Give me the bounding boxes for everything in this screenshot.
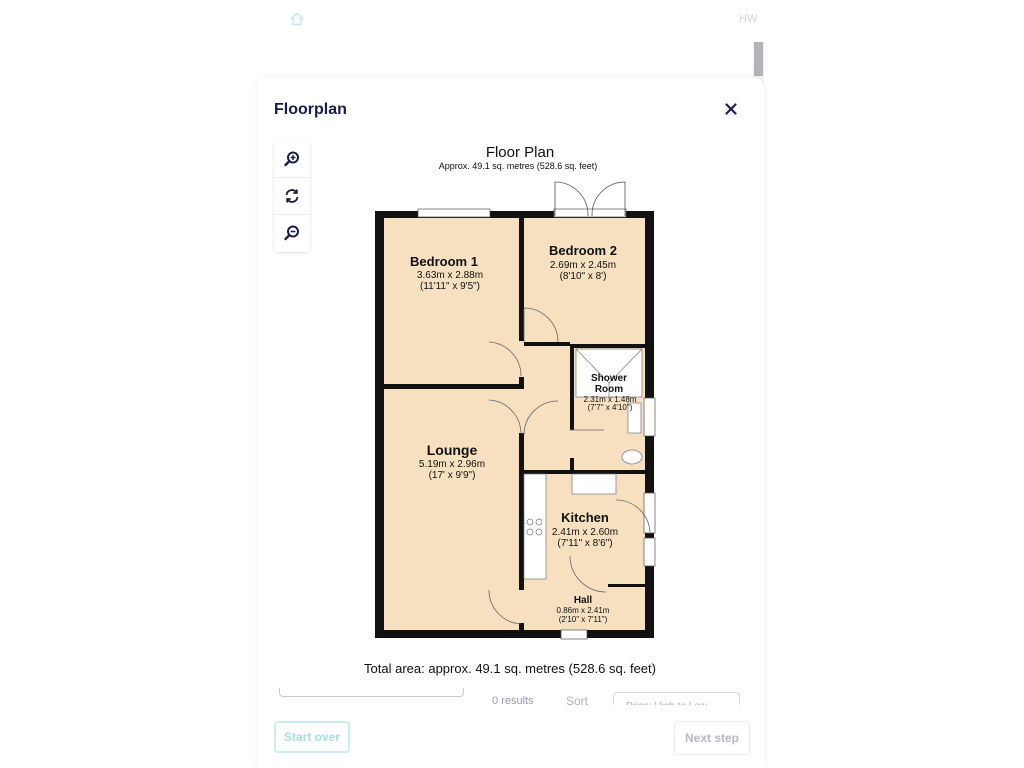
bedroom2-imperial: (8'10" x 8') — [560, 271, 607, 282]
next-step-button[interactable]: Next step — [674, 721, 750, 755]
shower-name-line2: Room — [595, 384, 623, 395]
bedroom2-metric: 2.69m x 2.45m — [550, 260, 616, 271]
bedroom1-metric: 3.63m x 2.88m — [417, 270, 483, 281]
bedroom1-imperial: (11'11" x 9'5") — [420, 281, 480, 292]
search-input-remnant[interactable] — [279, 688, 464, 697]
scrollbar-thumb[interactable] — [754, 42, 763, 76]
lounge-metric: 5.19m x 2.96m — [419, 459, 485, 470]
hall-name: Hall — [574, 595, 593, 606]
floorplan-modal: Floorplan Floor Plan Approx. 49.1 sq. me… — [258, 78, 764, 768]
bedroom1-name: Bedroom 1 — [410, 254, 478, 269]
total-area: Total area: approx. 49.1 sq. metres (528… — [364, 661, 656, 676]
plan-subtitle: Approx. 49.1 sq. metres (528.6 sq. feet) — [439, 161, 598, 171]
plan-title: Floor Plan — [486, 144, 554, 161]
hall-imperial: (2'10" x 7'11") — [559, 615, 608, 624]
lounge-name: Lounge — [427, 442, 478, 458]
user-initials[interactable]: HW — [739, 13, 757, 25]
lounge-imperial: (17' x 9'9") — [429, 470, 476, 481]
kitchen-imperial: (7'11" x 8'6") — [557, 538, 612, 549]
start-over-button[interactable]: Start over — [274, 721, 350, 753]
shower-name-line1: Shower — [591, 373, 627, 384]
bedroom2-name: Bedroom 2 — [549, 243, 617, 258]
top-bar: HW — [0, 0, 1024, 40]
shower-imperial: (7'7" x 4'10") — [588, 403, 633, 412]
floorplan-drawing: Floor Plan Approx. 49.1 sq. metres (528.… — [364, 144, 656, 676]
footer-bar: Start over Next step — [258, 705, 764, 768]
kitchen-metric: 2.41m x 2.60m — [552, 527, 618, 538]
kitchen-name: Kitchen — [561, 510, 609, 525]
hall-metric: 0.86m x 2.41m — [557, 606, 610, 615]
home-icon[interactable] — [289, 11, 305, 27]
